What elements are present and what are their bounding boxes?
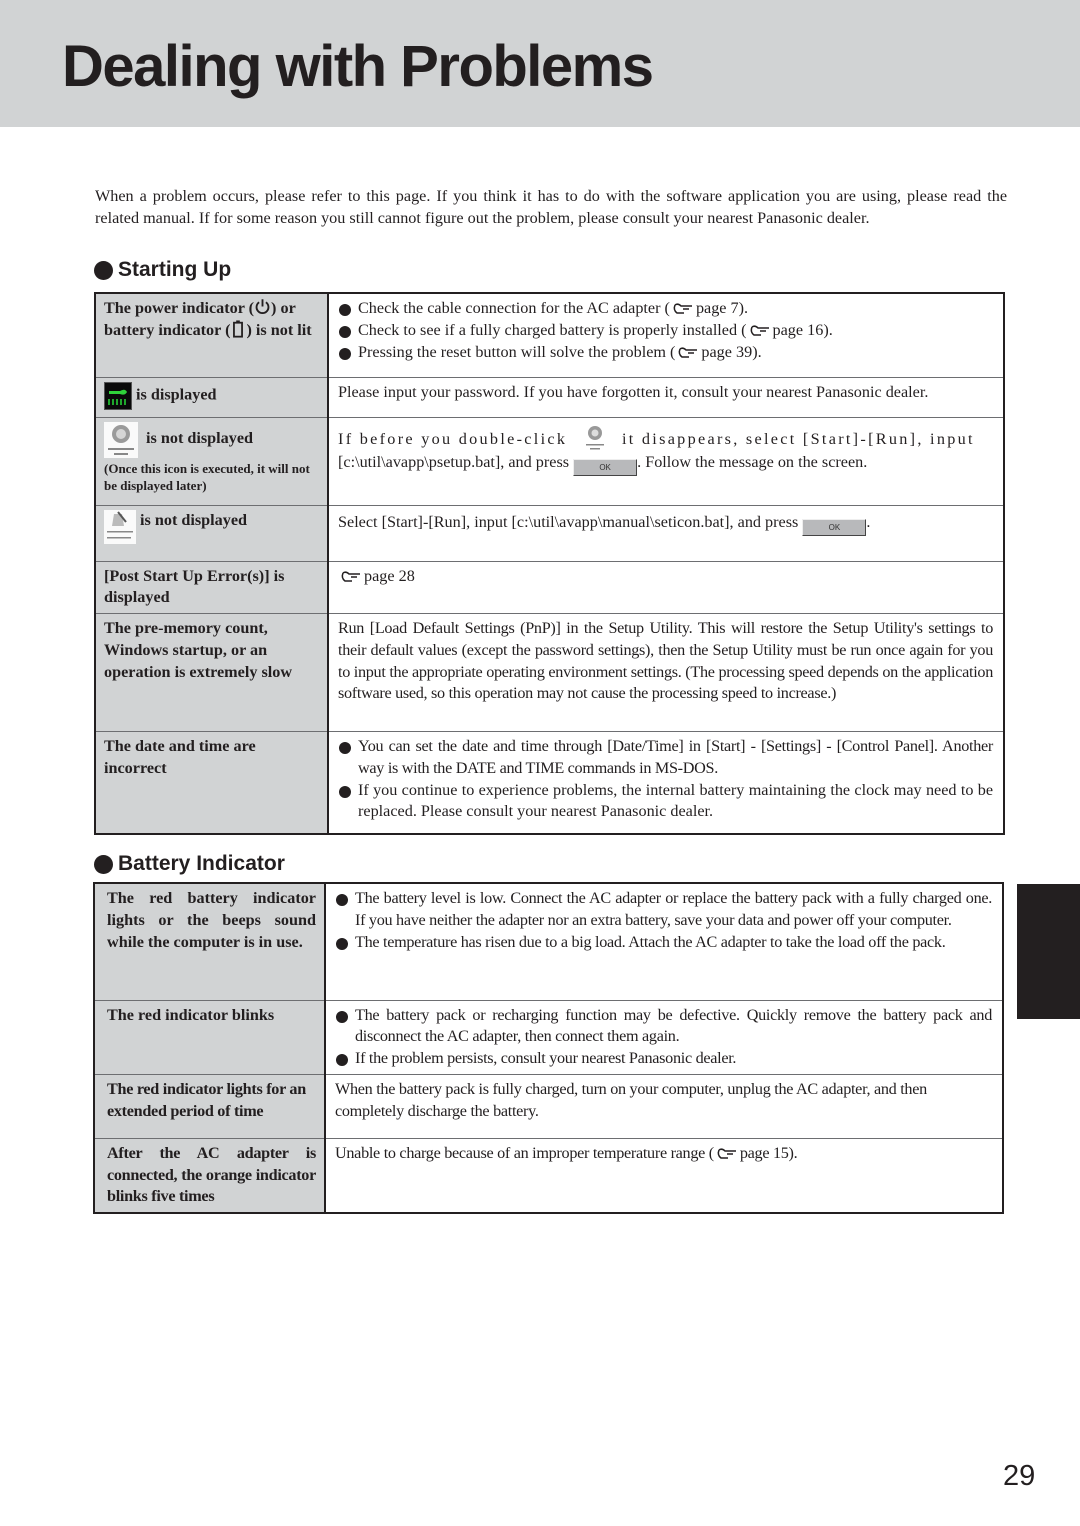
solution-cell: When the battery pack is fully charged, … [325,1073,1003,1139]
list-item: The battery pack or recharging function … [335,1005,992,1049]
solution-cell: Please input your password. If you have … [328,376,1004,417]
panasonic-setup-icon [104,421,138,458]
pointing-hand-icon [717,1148,736,1159]
page-reference-link[interactable]: page 28 [364,567,415,585]
battery-indicator-table: The red battery indicator lights or the … [93,882,1004,1215]
solution-cell: The battery level is low. Connect the AC… [325,883,1003,1000]
page-reference-link[interactable]: page 39). [701,343,761,361]
solution-cell: Unable to charge because of an improper … [325,1137,1003,1214]
condition-cell: The red indicator lights for an extended… [94,1073,326,1139]
bullet-dot-icon [94,854,113,874]
condition-cell: The red indicator blinks [94,999,326,1075]
page-reference-link[interactable]: page 15). [740,1144,798,1162]
solution-line: If before you double-click it disappears… [338,424,993,452]
pointing-hand-icon [750,325,769,336]
list-item: Pressing the reset button will solve the… [338,342,993,364]
solution-list: Check the cable connection for the AC ad… [338,298,993,363]
condition-text: is not displayed [140,510,248,529]
solution-cell: If before you double-click it disappears… [328,416,1004,505]
list-item: The battery level is low. Connect the AC… [335,888,992,932]
section-title: Starting Up [118,258,232,281]
table-row: The red indicator blinks The battery pac… [94,999,1003,1075]
condition-cell: The power indicator () or battery indica… [95,293,329,377]
condition-text: ) is not lit [246,320,312,339]
ok-button[interactable]: OK [802,518,867,536]
condition-cell: is displayed [95,376,329,417]
table-row: is displayed Please input your password.… [95,376,1004,417]
ok-button[interactable]: OK [573,458,638,476]
list-item: Check the cable connection for the AC ad… [338,298,993,320]
condition-note: (Once this icon is executed, it will not… [104,460,310,493]
table-row: The red battery indicator lights or the … [94,883,1003,1000]
reference-manual-icon [104,509,136,544]
panasonic-setup-icon [585,425,604,449]
solution-list: You can set the date and time through [D… [338,736,993,823]
condition-text: The power indicator ( [104,299,255,317]
condition-cell: [Post Start Up Error(s)] is displayed [95,560,329,614]
solution-cell: The battery pack or recharging function … [325,999,1003,1075]
page-title: Dealing with Problems [62,34,654,99]
pointing-hand-icon [341,570,360,582]
solution-cell: You can set the date and time through [D… [328,731,1004,834]
table-row: The date and time are incorrect You can … [95,731,1004,834]
starting-up-table: The power indicator () or battery indica… [94,292,1005,835]
solution-cell: Select [Start]-[Run], input [c:\util\ava… [328,504,1004,561]
table-row: The power indicator () or battery indica… [95,293,1004,377]
pointing-hand-icon [679,347,698,358]
condition-cell: After the AC adapter is connected, the o… [94,1137,326,1214]
chapter-tab-marker [1017,884,1080,1019]
power-icon [255,299,270,314]
table-row: The pre-memory count, Windows startup, o… [95,613,1004,732]
list-item: If the problem persists, consult your ne… [335,1048,992,1070]
solution-line: [c:\util\avapp\psetup.bat], and press OK… [338,452,993,476]
bullet-dot-icon [94,260,113,280]
section-heading-battery-indicator: Battery Indicator [94,852,285,876]
condition-text: is displayed [136,385,217,404]
intro-paragraph: When a problem occurs, please refer to t… [95,187,1007,227]
condition-cell: The date and time are incorrect [95,731,329,834]
table-row: The red indicator lights for an extended… [94,1073,1003,1139]
table-row: is not displayed (Once this icon is exec… [95,416,1004,505]
solution-cell: Run [Load Default Settings (PnP)] in the… [328,613,1004,732]
page-reference-link[interactable]: page 16). [773,321,833,339]
page-number: 29 [1003,1460,1036,1492]
list-item: Check to see if a fully charged battery … [338,320,993,342]
solution-cell: page 28 [328,560,1004,614]
password-lock-icon [104,381,132,410]
table-row: [Post Start Up Error(s)] is displayed pa… [95,560,1004,614]
solution-list: The battery level is low. Connect the AC… [335,888,992,953]
list-item: You can set the date and time through [D… [338,736,993,780]
battery-icon [233,320,244,338]
solution-list: The battery pack or recharging function … [335,1005,992,1070]
condition-cell: is not displayed (Once this icon is exec… [95,416,329,505]
list-item: If you continue to experience problems, … [338,780,993,824]
pointing-hand-icon [673,303,692,314]
solution-cell: Check the cable connection for the AC ad… [328,293,1004,377]
page-reference-link[interactable]: page 7). [696,299,748,317]
table-row: is not displayed Select [Start]-[Run], i… [95,504,1004,561]
table-row: After the AC adapter is connected, the o… [94,1137,1003,1214]
section-heading-starting-up: Starting Up [94,258,231,282]
condition-text: is not displayed [146,429,254,448]
condition-cell: is not displayed [95,504,329,561]
list-item: The temperature has risen due to a big l… [335,932,992,954]
condition-cell: The pre-memory count, Windows startup, o… [95,613,329,732]
condition-cell: The red battery indicator lights or the … [94,883,326,1000]
section-title: Battery Indicator [118,852,285,875]
